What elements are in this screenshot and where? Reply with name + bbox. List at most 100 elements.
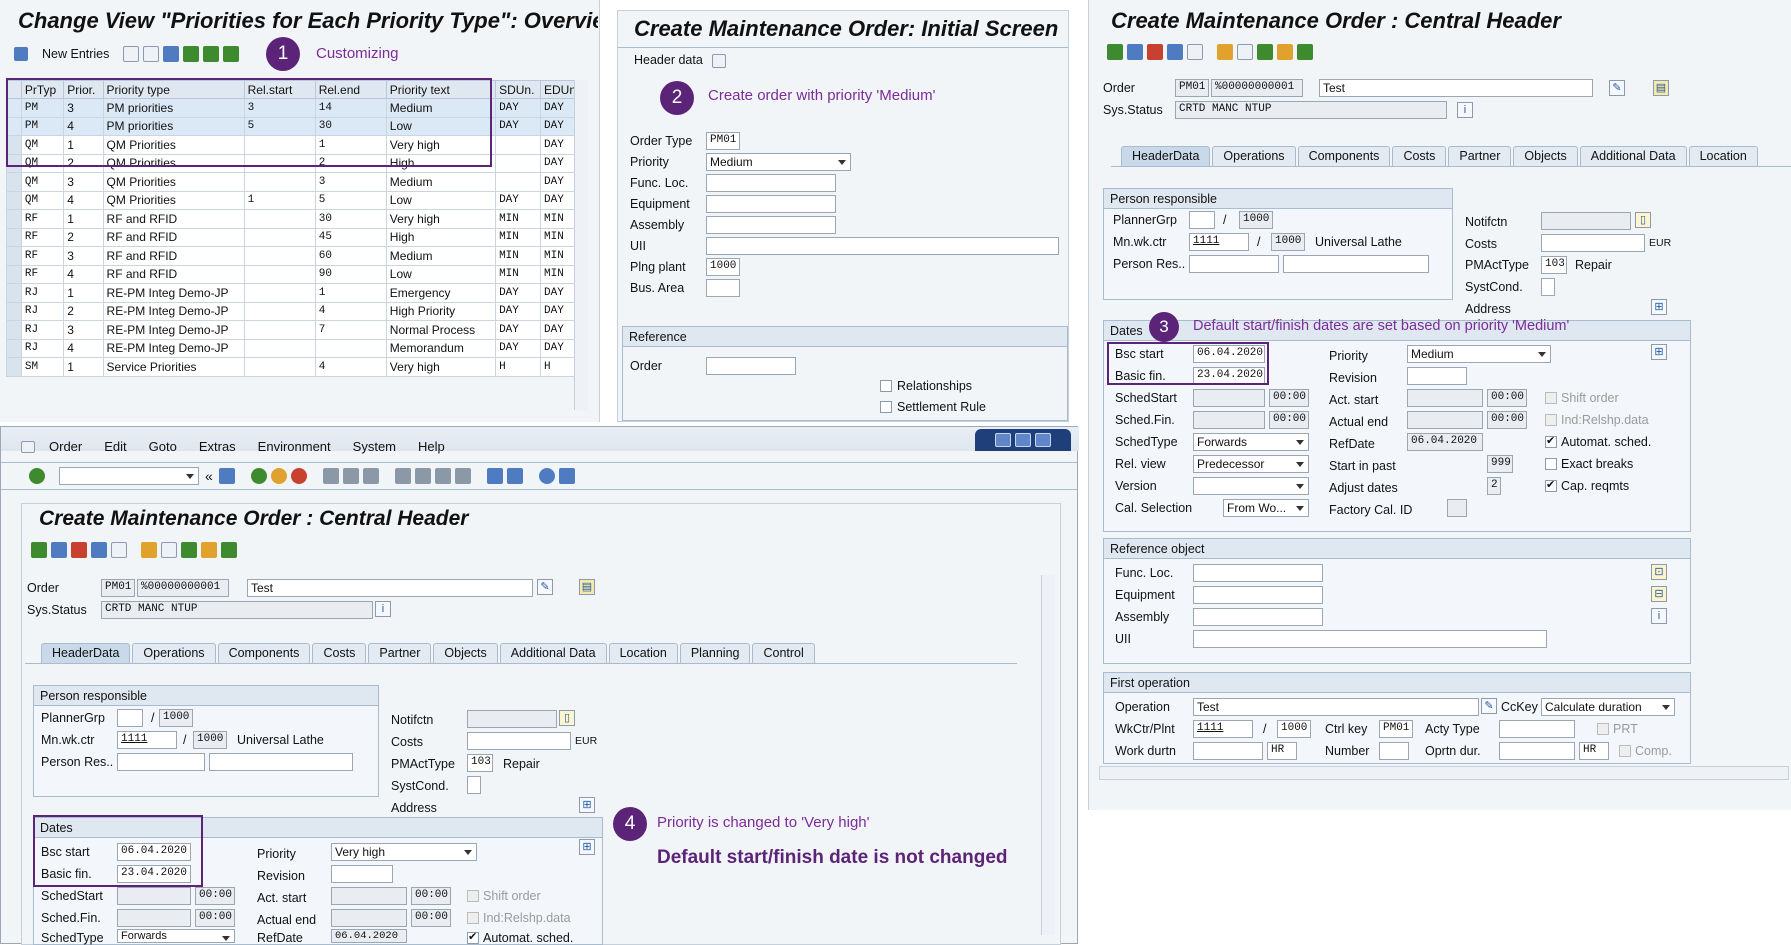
planner-grp-field[interactable] xyxy=(1189,211,1215,229)
notes-icon[interactable]: ▤ xyxy=(579,579,595,595)
table-cell[interactable]: Very high xyxy=(385,209,497,229)
row-selector[interactable] xyxy=(6,301,22,321)
table-cell[interactable]: QM Priorities xyxy=(102,190,245,210)
next-page-icon[interactable] xyxy=(434,468,451,484)
table-cell[interactable]: QM xyxy=(20,172,65,192)
table-cell[interactable]: Very high xyxy=(385,357,497,377)
select-block-icon[interactable] xyxy=(203,46,220,62)
table-cell[interactable]: 3 xyxy=(314,172,387,192)
tab-additional-data[interactable]: Additional Data xyxy=(1579,146,1687,166)
table-cell[interactable]: 1 xyxy=(63,209,104,229)
wkctr-plant-field[interactable]: 1000 xyxy=(1277,720,1311,738)
tab-objects[interactable]: Objects xyxy=(433,643,498,663)
row-selector[interactable] xyxy=(6,264,22,284)
select-all-icon[interactable] xyxy=(183,46,200,62)
tab-headerdata[interactable]: HeaderData xyxy=(1121,146,1211,166)
enter-icon[interactable] xyxy=(29,468,45,484)
tab-location[interactable]: Location xyxy=(608,643,678,663)
table-cell[interactable]: 3 xyxy=(63,172,104,192)
menu-help[interactable]: Help xyxy=(418,439,445,454)
table-cell[interactable]: RE-PM Integ Demo-JP xyxy=(102,301,245,321)
table-cell[interactable]: Service Priorities xyxy=(102,357,245,377)
prev-page-icon[interactable] xyxy=(414,468,431,484)
tab-costs[interactable]: Costs xyxy=(1392,146,1447,166)
priority-dropdown[interactable]: Medium xyxy=(1407,345,1551,363)
row-selector[interactable] xyxy=(6,227,22,247)
table-cell[interactable]: RE-PM Integ Demo-JP xyxy=(102,320,245,340)
exact-breaks-checkbox[interactable] xyxy=(1545,458,1557,470)
table-cell[interactable]: Emergency xyxy=(385,283,497,303)
table-cell[interactable]: SM xyxy=(20,357,65,377)
collapse-icon[interactable]: « xyxy=(205,468,213,484)
address-icon[interactable]: ⊞ xyxy=(579,797,595,813)
table-row[interactable]: SM 1 Service Priorities 4 Very high H H xyxy=(6,357,586,377)
tab-headerdata[interactable]: HeaderData xyxy=(41,643,131,663)
table-cell[interactable]: RJ xyxy=(20,283,65,303)
table-cell[interactable] xyxy=(243,172,316,192)
table-cell[interactable]: DAY xyxy=(495,98,541,118)
version-dropdown[interactable] xyxy=(1193,477,1309,495)
table-cell[interactable]: 1 xyxy=(63,283,104,303)
workdurtn-field[interactable] xyxy=(1193,742,1263,760)
table-cell[interactable]: Memorandum xyxy=(385,338,497,358)
person-res-name-field[interactable] xyxy=(209,753,353,771)
schedule-icon[interactable] xyxy=(1217,44,1233,60)
cckey-dropdown[interactable]: Calculate duration xyxy=(1541,698,1675,716)
undo-icon[interactable] xyxy=(163,46,180,62)
uii-field[interactable] xyxy=(706,237,1059,255)
mnwkctr-field[interactable]: 1111 xyxy=(1189,233,1249,251)
mnwkctr-field[interactable]: 1111 xyxy=(117,731,177,749)
transfer-icon[interactable] xyxy=(1297,44,1313,60)
table-cell[interactable]: 30 xyxy=(314,209,387,229)
table-cell[interactable]: High Priority xyxy=(385,301,497,321)
table-cell[interactable]: RF xyxy=(20,264,65,284)
wkctr-field[interactable]: 1111 xyxy=(1193,720,1253,738)
tab-operations[interactable]: Operations xyxy=(1212,146,1296,166)
row-selector[interactable] xyxy=(6,172,22,192)
table-cell[interactable]: MIN xyxy=(495,227,541,247)
relationships-checkbox[interactable] xyxy=(880,380,892,392)
table-cell[interactable]: MIN xyxy=(495,209,541,229)
long-text-icon[interactable]: ✎ xyxy=(1609,80,1625,96)
tab-partner[interactable]: Partner xyxy=(1448,146,1512,166)
priority-dropdown[interactable]: Medium xyxy=(706,153,851,171)
help-icon[interactable] xyxy=(538,468,555,484)
person-res-field[interactable] xyxy=(1189,255,1279,273)
systcond-field[interactable] xyxy=(467,776,481,794)
table-cell[interactable]: 3 xyxy=(63,246,104,266)
row-selector[interactable] xyxy=(6,357,22,377)
settings-icon[interactable] xyxy=(1127,44,1143,60)
hierarchy-icon[interactable]: ⊟ xyxy=(1651,586,1667,602)
flag-icon[interactable] xyxy=(31,542,47,558)
table-cell[interactable]: RF xyxy=(20,209,65,229)
ctrlkey-field[interactable]: PM01 xyxy=(1379,720,1413,738)
table-cell[interactable] xyxy=(314,338,387,358)
table-cell[interactable]: Medium xyxy=(385,172,497,192)
notes-icon[interactable]: ▤ xyxy=(1653,80,1669,96)
structure-icon[interactable]: ⊡ xyxy=(1651,564,1667,580)
tab-additional-data[interactable]: Additional Data xyxy=(499,643,607,663)
table-cell[interactable]: QM Priorities xyxy=(102,172,245,192)
row-selector[interactable] xyxy=(6,246,22,266)
filter-icon[interactable] xyxy=(111,542,127,558)
print-icon[interactable] xyxy=(322,468,339,484)
table-cell[interactable]: 1 xyxy=(63,357,104,377)
row-selector[interactable] xyxy=(6,320,22,340)
table-cell[interactable]: MIN xyxy=(495,246,541,266)
delete-icon[interactable] xyxy=(143,46,160,62)
person-res-field[interactable] xyxy=(117,753,205,771)
table-cell[interactable]: 3 xyxy=(63,320,104,340)
find-next-icon[interactable] xyxy=(362,468,379,484)
table-row[interactable]: RJ 1 RE-PM Integ Demo-JP 1 Emergency DAY DAY xyxy=(6,283,586,303)
filter-icon[interactable] xyxy=(1187,44,1203,60)
tab-operations[interactable]: Operations xyxy=(132,643,216,663)
table-cell[interactable]: DAY xyxy=(495,301,541,321)
relview-dropdown[interactable]: Predecessor xyxy=(1193,455,1309,473)
table-cell[interactable]: 4 xyxy=(314,301,387,321)
order-type-field[interactable]: PM01 xyxy=(706,132,740,150)
minimize-icon[interactable] xyxy=(995,433,1011,447)
table-cell[interactable]: RF and RFID xyxy=(102,227,245,247)
table-row[interactable]: RF 1 RF and RFID 30 Very high MIN MIN xyxy=(6,209,586,229)
settlement-rule-checkbox[interactable] xyxy=(880,401,892,413)
uii-field[interactable] xyxy=(1193,630,1547,648)
